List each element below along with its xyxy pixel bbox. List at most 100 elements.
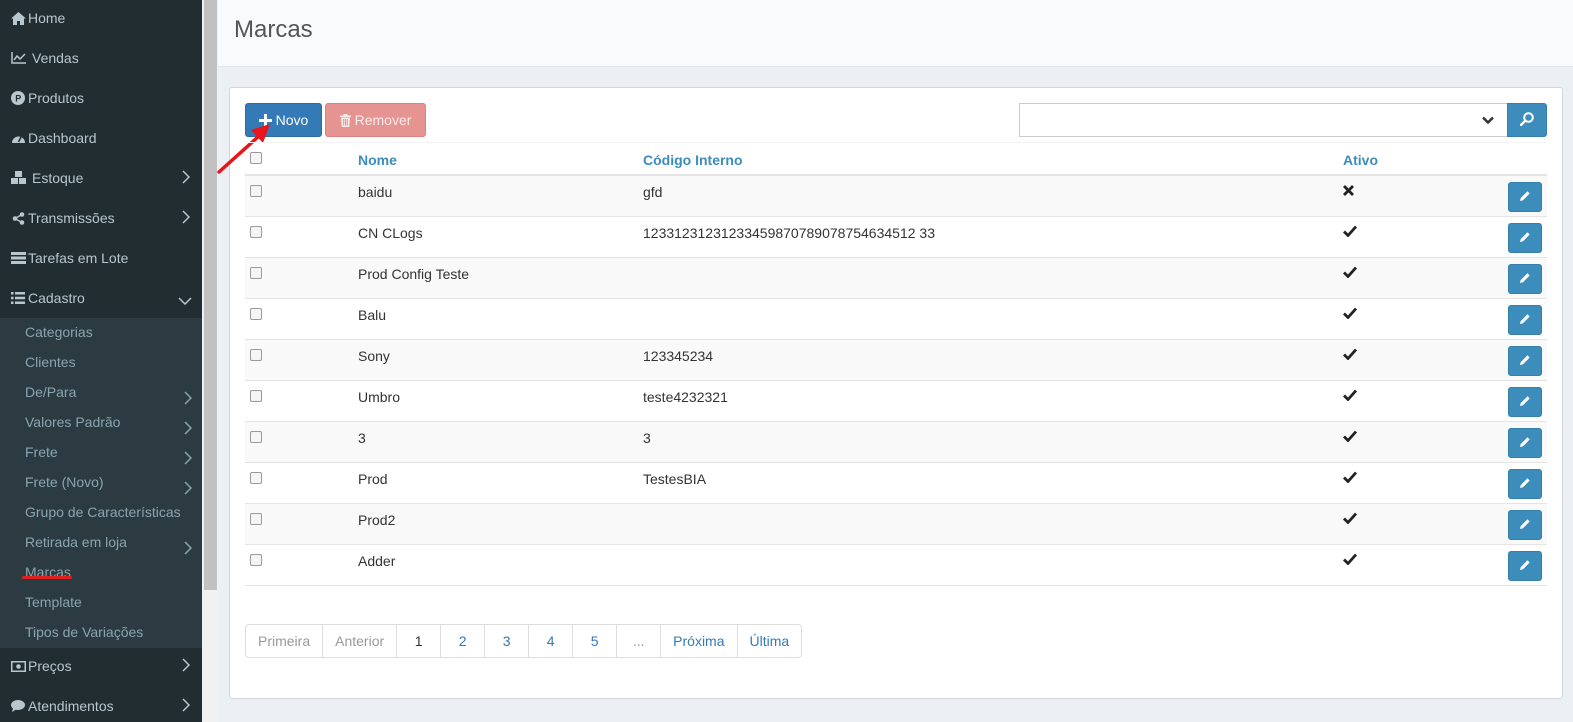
- edit-button[interactable]: [1508, 223, 1542, 253]
- sidebar-subitem-de-para[interactable]: De/Para: [25, 377, 202, 407]
- sidebar-subitem-template[interactable]: Template: [25, 587, 202, 617]
- active-item-underline: [22, 576, 72, 579]
- edit-button[interactable]: [1508, 387, 1542, 417]
- sidebar-subitem-label: Frete: [25, 444, 58, 460]
- check-icon: [1343, 552, 1358, 568]
- row-checkbox[interactable]: [250, 226, 262, 238]
- sidebar-scrollbar-thumb[interactable]: [204, 0, 217, 590]
- sidebar-subitem-clientes[interactable]: Clientes: [25, 347, 202, 377]
- pagination-page[interactable]: 5: [573, 625, 618, 657]
- sidebar-item-tarefas-em-lote[interactable]: Tarefas em Lote: [0, 238, 202, 278]
- tasks-icon: [9, 252, 27, 264]
- sidebar-subitem-frete-novo[interactable]: Frete (Novo): [25, 467, 202, 497]
- search-filter-dropdown[interactable]: [1468, 103, 1508, 137]
- pagination-page[interactable]: 1: [397, 625, 442, 657]
- table-row: CN CLogs 12331231231233459870789078754634…: [245, 217, 1547, 258]
- chevron-down-icon: [1481, 112, 1494, 128]
- column-header-name[interactable]: Nome: [358, 152, 397, 168]
- sidebar-subitem-frete[interactable]: Frete: [25, 437, 202, 467]
- sidebar-subitem-label: Valores Padrão: [25, 414, 121, 430]
- sidebar-item-cadastro[interactable]: Cadastro: [0, 278, 202, 318]
- cell-name: Prod Config Teste: [358, 266, 470, 282]
- row-checkbox[interactable]: [250, 185, 262, 197]
- sidebar-item-precos[interactable]: Preços: [0, 646, 202, 686]
- cell-code: gfd: [643, 184, 663, 200]
- pagination-next[interactable]: Próxima: [661, 625, 738, 657]
- sidebar-item-vendas[interactable]: Vendas: [0, 38, 202, 78]
- cell-name: Adder: [358, 553, 396, 569]
- edit-button[interactable]: [1508, 346, 1542, 376]
- table-row: Prod Config Teste: [245, 258, 1547, 299]
- pagination-page[interactable]: 4: [529, 625, 574, 657]
- chevron-right-icon: [182, 210, 191, 227]
- sidebar-item-transmissoes[interactable]: Transmissões: [0, 198, 202, 238]
- cell-name: Sony: [358, 348, 390, 364]
- sidebar-subitem-label: Retirada em loja: [25, 534, 127, 550]
- edit-button[interactable]: [1508, 510, 1542, 540]
- chevron-down-icon: [178, 292, 192, 308]
- row-checkbox[interactable]: [250, 472, 262, 484]
- check-icon: [1343, 511, 1358, 527]
- search-input[interactable]: [1019, 103, 1469, 137]
- check-icon: [1343, 306, 1358, 322]
- sidebar-item-home[interactable]: Home: [0, 0, 202, 38]
- edit-button[interactable]: [1508, 469, 1542, 499]
- svg-text:P: P: [15, 94, 21, 104]
- sidebar-subitem-grupo-de-caracteristicas[interactable]: Grupo de Características: [25, 497, 202, 527]
- pencil-icon: [1519, 230, 1531, 246]
- cell-code: 12331231231233459870789078754634512 33: [643, 225, 935, 241]
- edit-button[interactable]: [1508, 264, 1542, 294]
- content-header: Marcas: [218, 0, 1573, 67]
- sidebar-subitem-retirada-em-loja[interactable]: Retirada em loja: [25, 527, 202, 557]
- sidebar-item-estoque[interactable]: Estoque: [0, 158, 202, 198]
- pencil-icon: [1519, 476, 1531, 492]
- sidebar-item-label: Atendimentos: [28, 698, 114, 714]
- pagination-page[interactable]: 2: [441, 625, 486, 657]
- sidebar-item-dashboard[interactable]: Dashboard: [0, 118, 202, 158]
- column-header-code[interactable]: Código Interno: [643, 152, 743, 168]
- table-row: Prod2: [245, 504, 1547, 545]
- sidebar-subitem-label: Tipos de Variações: [25, 624, 144, 640]
- sidebar-subitem-label: Grupo de Características: [25, 504, 181, 520]
- pagination: Primeira Anterior 1 2 3 4 5 ... Próxima …: [245, 624, 803, 658]
- trash-icon: [339, 113, 351, 127]
- pagination-first[interactable]: Primeira: [246, 625, 324, 657]
- edit-button[interactable]: [1508, 551, 1542, 581]
- pagination-prev[interactable]: Anterior: [323, 625, 398, 657]
- pencil-icon: [1519, 312, 1531, 328]
- sidebar-item-produtos[interactable]: P Produtos: [0, 78, 202, 118]
- edit-button[interactable]: [1508, 428, 1542, 458]
- sidebar-item-label: Vendas: [32, 50, 79, 66]
- select-all-checkbox[interactable]: [250, 152, 262, 164]
- row-checkbox[interactable]: [250, 267, 262, 279]
- cell-name: Prod2: [358, 512, 396, 528]
- remove-button[interactable]: Remover: [325, 103, 426, 137]
- check-icon: [1343, 388, 1358, 404]
- pagination-last[interactable]: Última: [738, 625, 802, 657]
- table-row: Umbro teste4232321: [245, 381, 1547, 422]
- table-row: Prod TestesBIA: [245, 463, 1547, 504]
- sidebar-subitem-categorias[interactable]: Categorias: [25, 317, 202, 347]
- sidebar-subitem-tipos-de-variacoes[interactable]: Tipos de Variações: [25, 617, 202, 647]
- row-checkbox[interactable]: [250, 308, 262, 320]
- edit-button[interactable]: [1508, 182, 1542, 212]
- money-icon: [9, 660, 27, 672]
- row-checkbox[interactable]: [250, 349, 262, 361]
- row-checkbox[interactable]: [250, 554, 262, 566]
- column-header-active[interactable]: Ativo: [1343, 152, 1378, 168]
- pagination-page[interactable]: 3: [485, 625, 530, 657]
- dashboard-icon: [9, 132, 27, 144]
- row-checkbox[interactable]: [250, 431, 262, 443]
- sidebar-subitem-marcas[interactable]: Marcas: [25, 557, 202, 587]
- sidebar-item-atendimentos[interactable]: Atendimentos: [0, 686, 202, 722]
- check-icon: [1343, 347, 1358, 363]
- sidebar-item-label: Tarefas em Lote: [28, 250, 129, 266]
- pencil-icon: [1519, 189, 1531, 205]
- row-checkbox[interactable]: [250, 513, 262, 525]
- search-button[interactable]: [1507, 103, 1547, 137]
- row-checkbox[interactable]: [250, 390, 262, 402]
- edit-button[interactable]: [1508, 305, 1542, 335]
- pencil-icon: [1519, 353, 1531, 369]
- sidebar-subitem-valores-padrao[interactable]: Valores Padrão: [25, 407, 202, 437]
- check-icon: [1343, 265, 1358, 281]
